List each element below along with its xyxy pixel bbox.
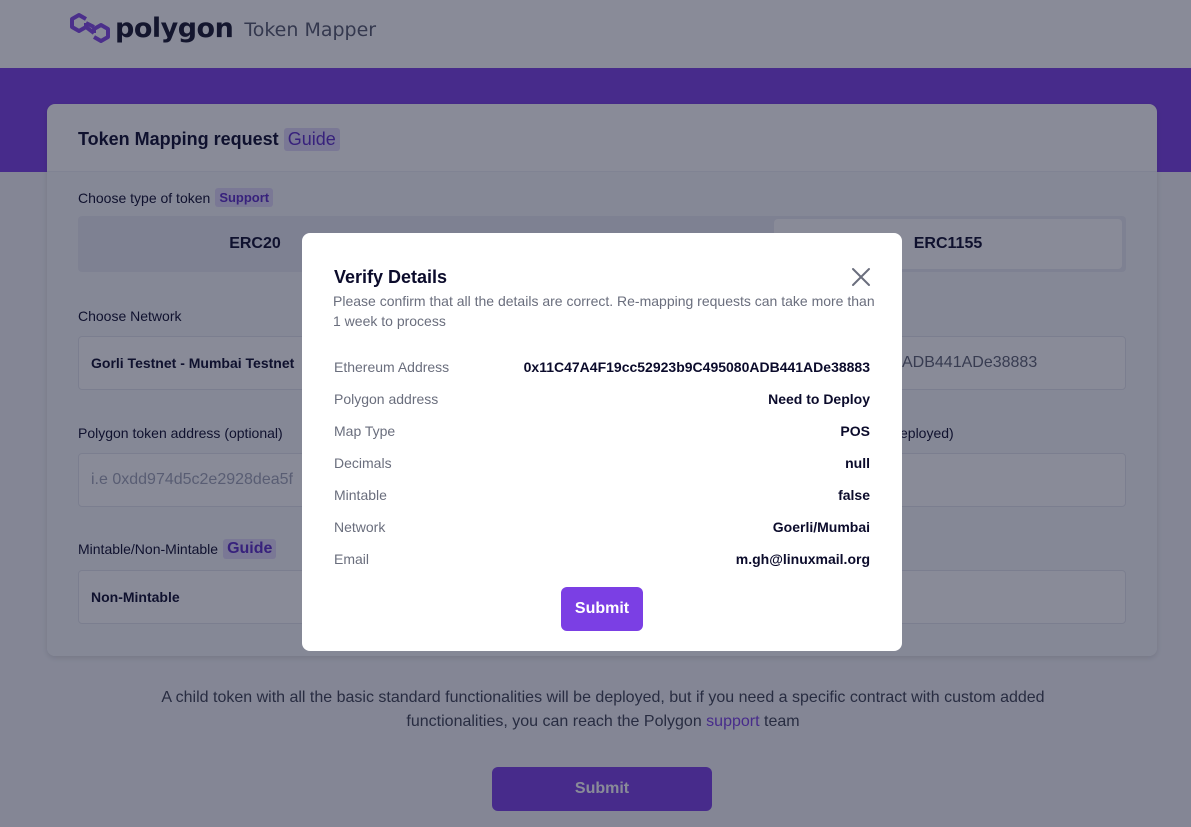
detail-value: null	[845, 455, 870, 471]
detail-value: Goerli/Mumbai	[772, 519, 870, 535]
detail-value: POS	[840, 423, 870, 439]
detail-row-decimals: Decimals null	[334, 447, 870, 479]
detail-row-network: Network Goerli/Mumbai	[334, 511, 870, 543]
detail-row-ethereum-address: Ethereum Address 0x11C47A4F19cc52923b9C4…	[334, 351, 870, 383]
detail-row-mintable: Mintable false	[334, 479, 870, 511]
detail-label: Mintable	[334, 487, 387, 503]
detail-label: Network	[334, 519, 386, 535]
detail-label: Polygon address	[334, 391, 439, 407]
close-icon[interactable]	[850, 266, 872, 288]
detail-label: Ethereum Address	[334, 359, 450, 375]
details-list: Ethereum Address 0x11C47A4F19cc52923b9C4…	[334, 351, 870, 575]
detail-value: 0x11C47A4F19cc52923b9C495080ADB441ADe388…	[523, 359, 870, 375]
detail-row-map-type: Map Type POS	[334, 415, 870, 447]
detail-row-polygon-address: Polygon address Need to Deploy	[334, 383, 870, 415]
detail-label: Decimals	[334, 455, 392, 471]
verify-details-modal: Verify Details Please confirm that all t…	[302, 233, 902, 651]
detail-row-email: Email m.gh@linuxmail.org	[334, 543, 870, 575]
detail-label: Email	[334, 551, 370, 567]
detail-value: false	[838, 487, 870, 503]
modal-submit-button[interactable]: Submit	[561, 587, 643, 631]
modal-description: Please confirm that all the details are …	[333, 293, 875, 329]
detail-value: m.gh@linuxmail.org	[735, 551, 870, 567]
modal-title: Verify Details	[334, 267, 448, 287]
detail-label: Map Type	[334, 423, 396, 439]
detail-value: Need to Deploy	[768, 391, 870, 407]
